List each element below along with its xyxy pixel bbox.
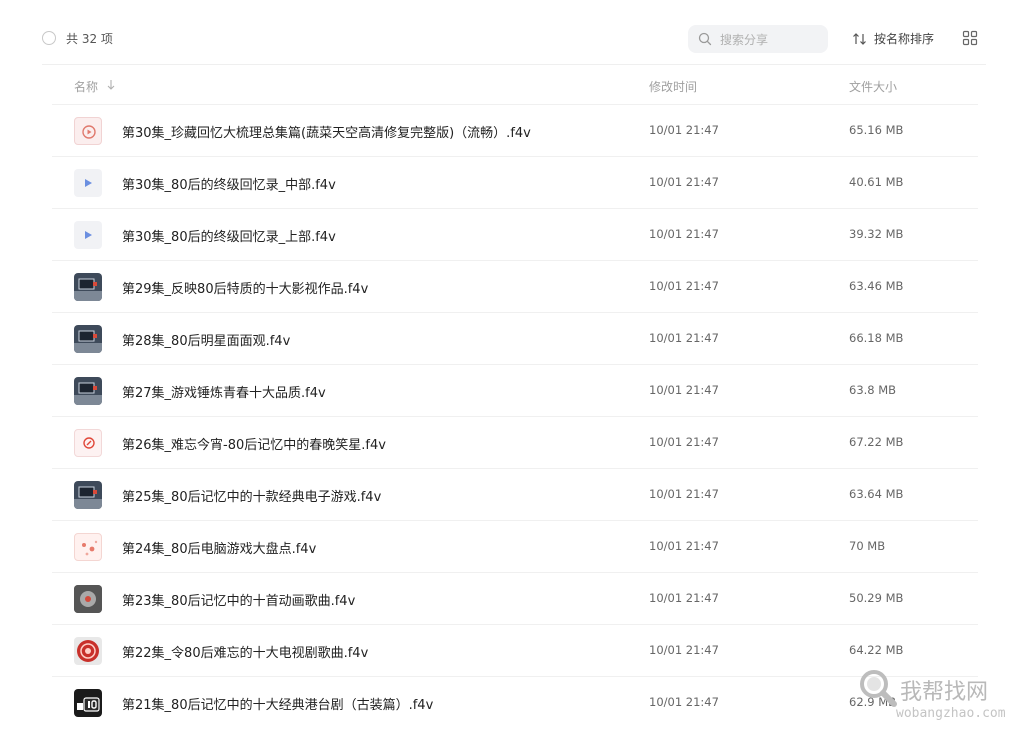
file-row[interactable]: 第30集_80后的终级回忆录_上部.f4v 10/01 21:47 39.32 … [52, 208, 978, 260]
file-size: 64.22 MB [849, 643, 904, 657]
sort-icon [853, 33, 866, 45]
file-name[interactable]: 第30集_80后的终级回忆录_中部.f4v [122, 174, 336, 193]
grid-view-icon [962, 30, 978, 46]
file-list: 第30集_珍藏回忆大梳理总集篇(蔬菜天空高清修复完整版)（流畅）.f4v 10/… [52, 104, 978, 728]
file-row[interactable]: 第26集_难忘今宵-80后记忆中的春晚笑星.f4v 10/01 21:47 67… [52, 416, 978, 468]
file-row[interactable]: 第30集_珍藏回忆大梳理总集篇(蔬菜天空高清修复完整版)（流畅）.f4v 10/… [52, 104, 978, 156]
file-modified-time: 10/01 21:47 [649, 591, 719, 605]
search-icon [698, 32, 712, 46]
file-modified-time: 10/01 21:47 [649, 435, 719, 449]
video-play-icon [74, 169, 102, 197]
file-name[interactable]: 第27集_游戏锤炼青春十大品质.f4v [122, 382, 326, 401]
watermark: 我帮找网 wobangzhao.com [856, 664, 1008, 730]
file-name[interactable]: 第28集_80后明星面面观.f4v [122, 330, 290, 349]
file-size: 63.64 MB [849, 487, 904, 501]
file-size: 70 MB [849, 539, 886, 553]
file-size: 65.16 MB [849, 123, 904, 137]
select-all-checkbox[interactable] [42, 31, 56, 45]
file-size: 63.8 MB [849, 383, 897, 397]
item-count: 共 32 项 [66, 32, 113, 46]
grid-view-button[interactable] [962, 30, 980, 48]
file-size: 63.46 MB [849, 279, 904, 293]
file-modified-time: 10/01 21:47 [649, 643, 719, 657]
file-row[interactable]: 第24集_80后电脑游戏大盘点.f4v 10/01 21:47 70 MB [52, 520, 978, 572]
video-thumbnail [74, 377, 102, 405]
watermark-text: 我帮找网 [900, 680, 989, 705]
file-modified-time: 10/01 21:47 [649, 175, 719, 189]
file-row[interactable]: 第29集_反映80后特质的十大影视作品.f4v 10/01 21:47 63.4… [52, 260, 978, 312]
column-header-name[interactable]: 名称 [74, 78, 98, 95]
file-row[interactable]: 第27集_游戏锤炼青春十大品质.f4v 10/01 21:47 63.8 MB [52, 364, 978, 416]
toolbar: 共 32 项 按名称排序 [0, 0, 1012, 64]
sort-label: 按名称排序 [874, 32, 935, 46]
file-name[interactable]: 第30集_珍藏回忆大梳理总集篇(蔬菜天空高清修复完整版)（流畅）.f4v [122, 122, 531, 141]
doc-icon [74, 117, 102, 145]
pink-thumbnail [74, 533, 102, 561]
file-row[interactable]: 第21集_80后记忆中的十大经典港台剧（古装篇）.f4v 10/01 21:47… [52, 676, 978, 728]
search-input[interactable] [718, 29, 822, 51]
file-name[interactable]: 第29集_反映80后特质的十大影视作品.f4v [122, 278, 368, 297]
video-thumbnail [74, 273, 102, 301]
file-modified-time: 10/01 21:47 [649, 123, 719, 137]
file-row[interactable]: 第28集_80后明星面面观.f4v 10/01 21:47 66.18 MB [52, 312, 978, 364]
file-name[interactable]: 第23集_80后记忆中的十首动画歌曲.f4v [122, 590, 355, 609]
file-size: 50.29 MB [849, 591, 904, 605]
video-thumbnail [74, 325, 102, 353]
column-header-modified[interactable]: 修改时间 [649, 78, 697, 95]
file-size: 66.18 MB [849, 331, 904, 345]
search-box[interactable] [688, 25, 828, 53]
file-row[interactable]: 第23集_80后记忆中的十首动画歌曲.f4v 10/01 21:47 50.29… [52, 572, 978, 624]
file-size: 39.32 MB [849, 227, 904, 241]
column-header-size[interactable]: 文件大小 [849, 78, 897, 95]
sort-down-arrow-icon[interactable] [106, 79, 116, 91]
file-modified-time: 10/01 21:47 [649, 383, 719, 397]
file-name[interactable]: 第24集_80后电脑游戏大盘点.f4v [122, 538, 316, 557]
magnifier-logo-icon [860, 670, 897, 707]
red-circle-thumbnail [74, 637, 102, 665]
file-modified-time: 10/01 21:47 [649, 279, 719, 293]
file-modified-time: 10/01 21:47 [649, 331, 719, 345]
file-row[interactable]: 第30集_80后的终级回忆录_中部.f4v 10/01 21:47 40.61 … [52, 156, 978, 208]
file-name[interactable]: 第26集_难忘今宵-80后记忆中的春晚笑星.f4v [122, 434, 386, 453]
file-name[interactable]: 第30集_80后的终级回忆录_上部.f4v [122, 226, 336, 245]
file-modified-time: 10/01 21:47 [649, 487, 719, 501]
file-modified-time: 10/01 21:47 [649, 695, 719, 709]
video-play-icon [74, 221, 102, 249]
file-size: 67.22 MB [849, 435, 904, 449]
file-row[interactable]: 第22集_令80后难忘的十大电视剧歌曲.f4v 10/01 21:47 64.2… [52, 624, 978, 676]
file-name[interactable]: 第21集_80后记忆中的十大经典港台剧（古装篇）.f4v [122, 694, 433, 713]
file-modified-time: 10/01 21:47 [649, 227, 719, 241]
red-logo-thumbnail [74, 429, 102, 457]
table-header: 名称 修改时间 文件大小 [52, 72, 978, 104]
file-name[interactable]: 第25集_80后记忆中的十款经典电子游戏.f4v [122, 486, 381, 505]
file-row[interactable]: 第25集_80后记忆中的十款经典电子游戏.f4v 10/01 21:47 63.… [52, 468, 978, 520]
top10-thumbnail [74, 689, 102, 717]
toolbar-divider [42, 64, 986, 65]
video-thumbnail [74, 481, 102, 509]
watermark-url: wobangzhao.com [896, 706, 1006, 721]
file-modified-time: 10/01 21:47 [649, 539, 719, 553]
file-size: 40.61 MB [849, 175, 904, 189]
file-name[interactable]: 第22集_令80后难忘的十大电视剧歌曲.f4v [122, 642, 368, 661]
grey-thumbnail [74, 585, 102, 613]
